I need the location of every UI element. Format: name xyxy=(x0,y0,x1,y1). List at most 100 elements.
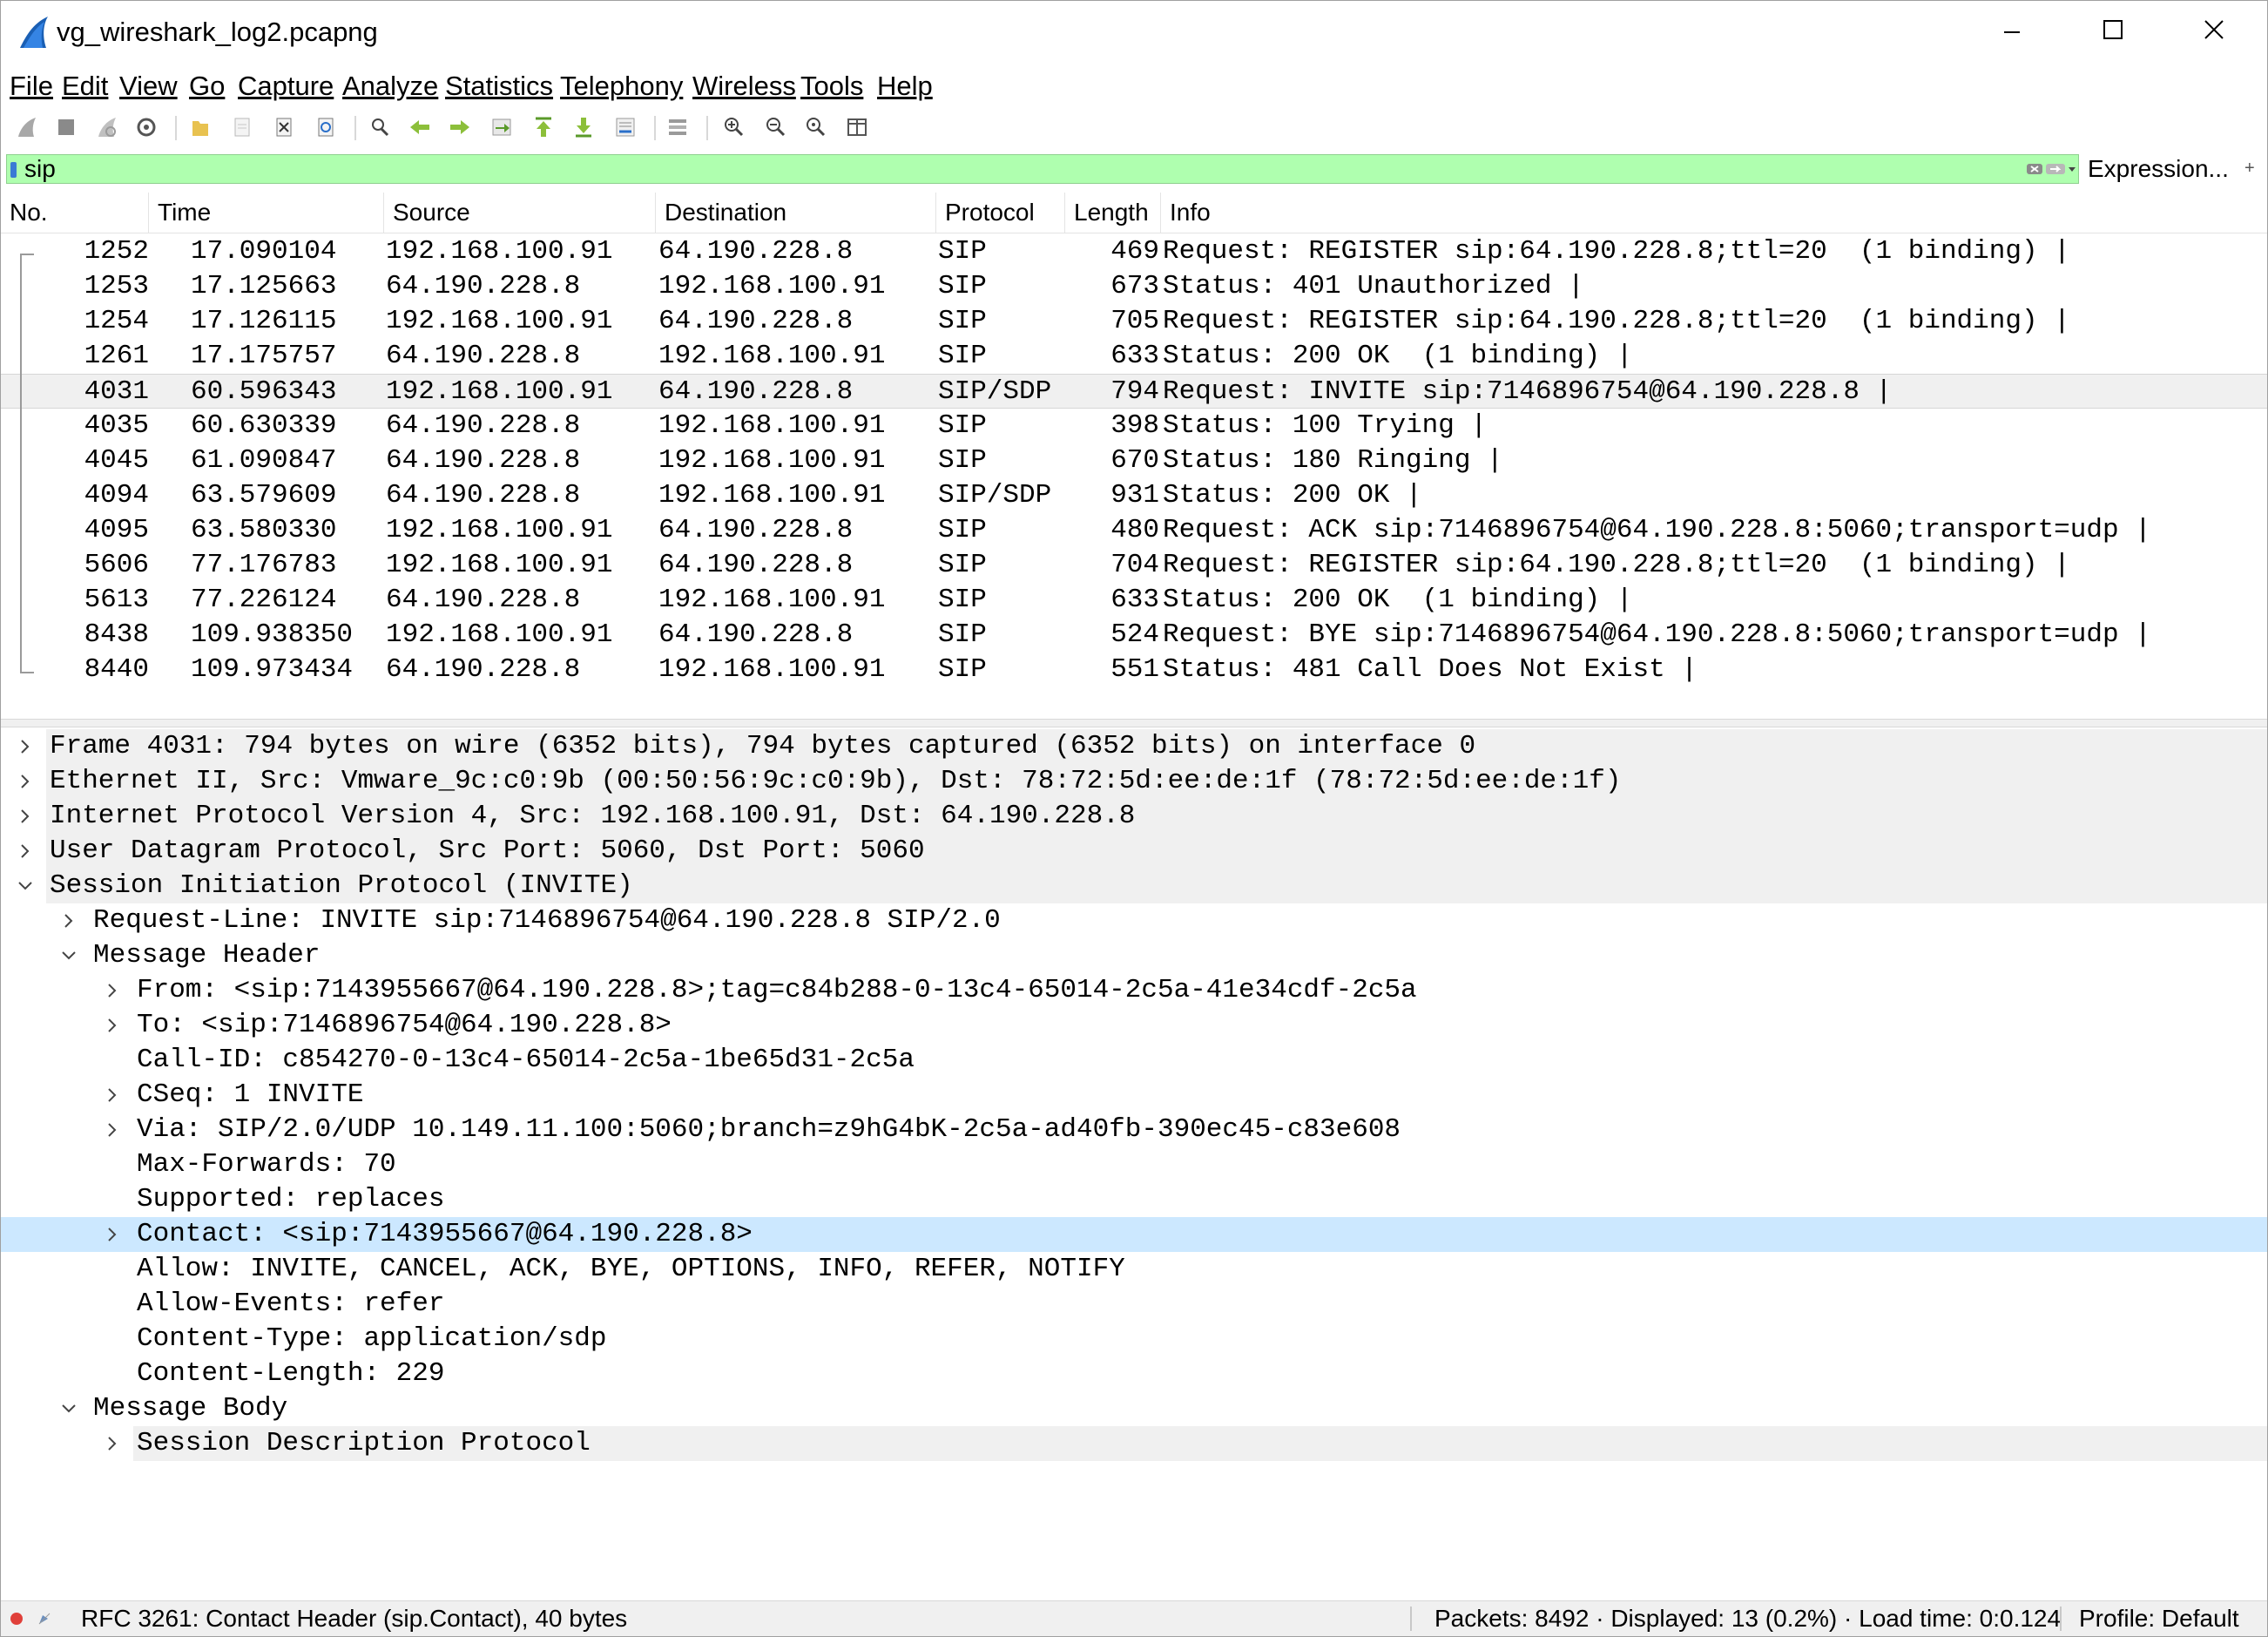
detail-row[interactable]: Supported: replaces xyxy=(1,1182,2267,1217)
bookmark-icon[interactable] xyxy=(10,162,17,178)
detail-row[interactable]: To: <sip:7146896754@64.190.228.8> xyxy=(1,1008,2267,1043)
detail-row[interactable]: Session Initiation Protocol (INVITE) xyxy=(1,869,2267,903)
menu-help[interactable]: Help xyxy=(877,67,933,105)
add-filter-button[interactable]: + xyxy=(2244,156,2255,180)
packet-row[interactable]: 4031 60.596343 192.168.100.91 64.190.228.8 S… xyxy=(1,374,2267,409)
detail-row[interactable]: Message Body xyxy=(1,1391,2267,1426)
close-file-icon[interactable] xyxy=(271,114,297,140)
chevron-down-icon[interactable] xyxy=(17,877,34,895)
chevron-right-icon[interactable] xyxy=(17,738,34,755)
last-packet-icon[interactable] xyxy=(570,114,597,140)
packet-row[interactable]: 5606 77.176783 192.168.100.91 64.190.228.8 S… xyxy=(1,548,2267,583)
zoom-normal-icon[interactable] xyxy=(802,114,828,140)
packet-row[interactable]: 1261 17.175757 64.190.228.8 192.168.100.91 S… xyxy=(1,339,2267,374)
capture-options-icon[interactable] xyxy=(133,114,159,140)
detail-row[interactable]: Allow: INVITE, CANCEL, ACK, BYE, OPTIONS… xyxy=(1,1252,2267,1287)
detail-row[interactable]: Via: SIP/2.0/UDP 10.149.11.100:5060;bran… xyxy=(1,1113,2267,1147)
go-back-icon[interactable] xyxy=(407,114,433,140)
chevron-right-icon[interactable] xyxy=(104,1121,121,1139)
packet-row[interactable]: 8440 109.973434 64.190.228.8 192.168.100.91… xyxy=(1,653,2267,687)
menu-capture[interactable]: Capture xyxy=(238,67,334,105)
column-header-protocol[interactable]: Protocol xyxy=(936,193,1065,233)
expert-info-icon[interactable] xyxy=(10,1612,24,1626)
resize-columns-icon[interactable] xyxy=(844,114,870,140)
detail-row[interactable]: Content-Length: 229 xyxy=(1,1356,2267,1391)
column-header-no[interactable]: No. xyxy=(1,193,149,233)
detail-row[interactable]: Max-Forwards: 70 xyxy=(1,1147,2267,1182)
menu-tools[interactable]: Tools xyxy=(800,67,863,105)
open-file-icon[interactable] xyxy=(187,114,213,140)
restart-capture-icon[interactable] xyxy=(93,114,119,140)
chevron-right-icon[interactable] xyxy=(104,1017,121,1034)
chevron-down-icon[interactable] xyxy=(60,1400,78,1417)
detail-row[interactable]: Session Description Protocol xyxy=(1,1426,2267,1461)
maximize-button[interactable] xyxy=(2065,1,2166,64)
reload-file-icon[interactable] xyxy=(313,114,339,140)
first-packet-icon[interactable] xyxy=(530,114,557,140)
detail-row[interactable]: From: <sip:7143955667@64.190.228.8>;tag=… xyxy=(1,973,2267,1008)
detail-row[interactable]: Internet Protocol Version 4, Src: 192.16… xyxy=(1,799,2267,834)
colorize-icon[interactable] xyxy=(665,114,691,140)
detail-row[interactable]: Contact: <sip:7143955667@64.190.228.8> xyxy=(1,1217,2267,1252)
capture-comment-icon[interactable] xyxy=(36,1610,53,1627)
packet-row[interactable]: 1252 17.090104 192.168.100.91 64.190.228.8 S… xyxy=(1,234,2267,269)
expression-button[interactable]: Expression... xyxy=(2088,152,2229,186)
detail-row[interactable]: Allow-Events: refer xyxy=(1,1287,2267,1322)
packet-row[interactable]: 1254 17.126115 192.168.100.91 64.190.228.8 S… xyxy=(1,304,2267,339)
chevron-right-icon[interactable] xyxy=(17,773,34,790)
display-filter-input[interactable]: sip xyxy=(6,154,2079,184)
stop-capture-icon[interactable] xyxy=(53,114,79,140)
filter-history-icon[interactable] xyxy=(2068,160,2076,178)
chevron-right-icon[interactable] xyxy=(60,912,78,930)
detail-row[interactable]: Content-Type: application/sdp xyxy=(1,1322,2267,1356)
chevron-right-icon[interactable] xyxy=(17,808,34,825)
detail-row[interactable]: CSeq: 1 INVITE xyxy=(1,1078,2267,1113)
chevron-right-icon[interactable] xyxy=(104,982,121,999)
packet-row[interactable]: 1253 17.125663 64.190.228.8 192.168.100.91 S… xyxy=(1,269,2267,304)
close-button[interactable] xyxy=(2166,1,2267,64)
column-header-length[interactable]: Length xyxy=(1065,193,1161,233)
status-profile[interactable]: Profile: Default xyxy=(2079,1601,2239,1636)
go-to-packet-icon[interactable] xyxy=(489,114,515,140)
zoom-in-icon[interactable] xyxy=(720,114,746,140)
packet-row[interactable]: 5613 77.226124 64.190.228.8 192.168.100.91 S… xyxy=(1,583,2267,618)
detail-row[interactable]: User Datagram Protocol, Src Port: 5060, … xyxy=(1,834,2267,869)
column-header-source[interactable]: Source xyxy=(384,193,656,233)
menu-go[interactable]: Go xyxy=(189,67,225,105)
detail-row[interactable]: Ethernet II, Src: Vmware_9c:c0:9b (00:50… xyxy=(1,764,2267,799)
detail-row[interactable]: Frame 4031: 794 bytes on wire (6352 bits… xyxy=(1,729,2267,764)
menu-edit[interactable]: Edit xyxy=(62,67,108,105)
detail-row[interactable]: Message Header xyxy=(1,938,2267,973)
menu-telephony[interactable]: Telephony xyxy=(560,67,683,105)
menu-view[interactable]: View xyxy=(119,67,178,105)
minimize-button[interactable] xyxy=(1964,1,2065,64)
chevron-right-icon[interactable] xyxy=(104,1435,121,1452)
menu-wireless[interactable]: Wireless xyxy=(692,67,796,105)
go-forward-icon[interactable] xyxy=(447,114,473,140)
apply-filter-icon[interactable] xyxy=(2045,160,2066,178)
packet-row[interactable]: 4045 61.090847 64.190.228.8 192.168.100.91 S… xyxy=(1,443,2267,478)
packet-row[interactable]: 8438 109.938350 192.168.100.91 64.190.228.8… xyxy=(1,618,2267,653)
autoscroll-icon[interactable] xyxy=(612,114,638,140)
chevron-right-icon[interactable] xyxy=(17,842,34,860)
packet-row[interactable]: 4094 63.579609 64.190.228.8 192.168.100.91 S… xyxy=(1,478,2267,513)
clear-filter-icon[interactable] xyxy=(2026,160,2043,178)
start-capture-icon[interactable] xyxy=(13,114,39,140)
find-packet-icon[interactable] xyxy=(367,114,393,140)
zoom-out-icon[interactable] xyxy=(762,114,788,140)
packet-details-tree[interactable]: Frame 4031: 794 bytes on wire (6352 bits… xyxy=(1,729,2267,1583)
column-header-destination[interactable]: Destination xyxy=(656,193,936,233)
pane-splitter[interactable] xyxy=(1,719,2267,727)
column-header-time[interactable]: Time xyxy=(149,193,384,233)
detail-row[interactable]: Request-Line: INVITE sip:7146896754@64.1… xyxy=(1,903,2267,938)
chevron-right-icon[interactable] xyxy=(104,1086,121,1104)
chevron-right-icon[interactable] xyxy=(104,1226,121,1243)
packet-list[interactable]: No. Time Source Destination Protocol Len… xyxy=(1,193,2267,715)
column-header-info[interactable]: Info xyxy=(1161,193,2267,233)
menu-file[interactable]: File xyxy=(10,67,53,105)
save-file-icon[interactable] xyxy=(229,114,255,140)
packet-row[interactable]: 4095 63.580330 192.168.100.91 64.190.228.8 S… xyxy=(1,513,2267,548)
menu-statistics[interactable]: Statistics xyxy=(445,67,553,105)
detail-row[interactable]: Call-ID: c854270-0-13c4-65014-2c5a-1be65… xyxy=(1,1043,2267,1078)
packet-row[interactable]: 4035 60.630339 64.190.228.8 192.168.100.91 S… xyxy=(1,409,2267,443)
